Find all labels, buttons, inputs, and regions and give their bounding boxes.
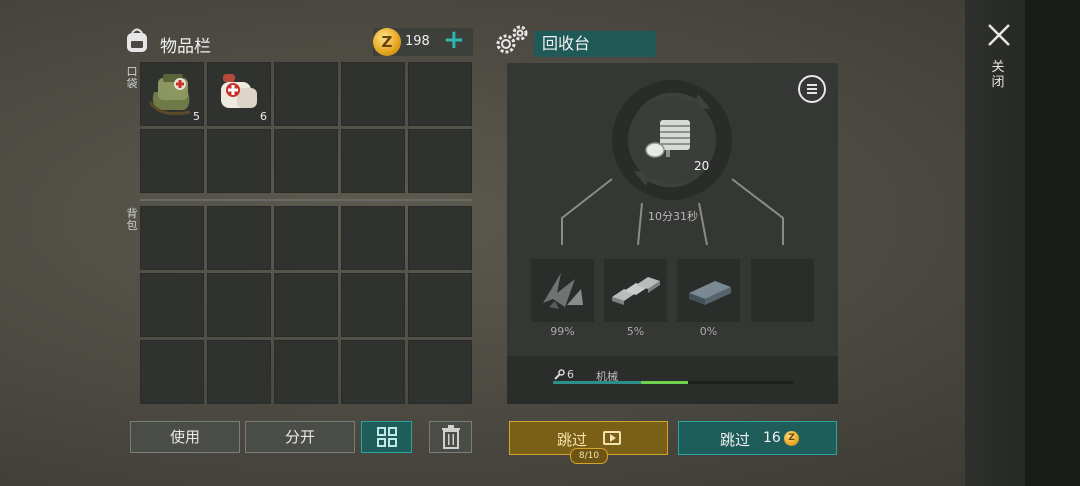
skip-ad-label: 跳过 bbox=[557, 431, 588, 449]
recycler-input-slot[interactable] bbox=[612, 80, 732, 200]
gears-icon bbox=[496, 25, 528, 54]
output-chance: 99% bbox=[550, 325, 575, 338]
inventory-slot[interactable] bbox=[274, 206, 338, 270]
inventory-slot[interactable] bbox=[341, 62, 405, 126]
skip-coin-cost: 16 bbox=[763, 430, 781, 446]
skill-progress-fill bbox=[553, 381, 641, 384]
inventory-slot[interactable] bbox=[408, 206, 472, 270]
skill-level: 6 bbox=[567, 368, 574, 381]
skip-coin-button[interactable]: 跳过 16 Z bbox=[678, 421, 837, 455]
inventory-slot[interactable] bbox=[274, 340, 338, 404]
close-label[interactable]: 关闭 bbox=[991, 60, 1005, 90]
input-qty: 20 bbox=[694, 159, 710, 173]
inventory-slot[interactable] bbox=[341, 273, 405, 337]
sort-button[interactable] bbox=[361, 421, 412, 453]
video-play-icon bbox=[603, 431, 621, 445]
add-coins-button[interactable]: + bbox=[443, 25, 465, 55]
inventory-divider bbox=[140, 199, 472, 201]
coin-icon: Z bbox=[784, 431, 799, 446]
inventory-slot[interactable] bbox=[140, 206, 204, 270]
inventory-slot[interactable] bbox=[207, 129, 271, 193]
coin-icon: Z bbox=[373, 28, 401, 56]
inventory-slot[interactable] bbox=[341, 340, 405, 404]
backpack-icon bbox=[127, 28, 147, 52]
item-qty: 5 bbox=[193, 110, 200, 123]
item-qty: 6 bbox=[260, 110, 267, 123]
wrench-icon bbox=[554, 369, 565, 380]
scrap-metal-icon bbox=[543, 273, 583, 309]
split-button[interactable]: 分开 bbox=[245, 421, 355, 453]
skip-coin-label: 跳过 bbox=[720, 431, 751, 449]
inventory-slot[interactable]: 5 bbox=[140, 62, 204, 126]
ad-count-badge: 8/10 bbox=[570, 448, 608, 464]
inventory-slot[interactable] bbox=[274, 273, 338, 337]
output-slot[interactable] bbox=[604, 259, 667, 322]
pocket-label: 口袋 bbox=[126, 65, 138, 90]
inventory-slot[interactable] bbox=[140, 273, 204, 337]
inventory-slot[interactable] bbox=[408, 273, 472, 337]
recycle-timer: 10分31秒 bbox=[648, 210, 698, 223]
inventory-slot[interactable] bbox=[408, 340, 472, 404]
sidebar-edge bbox=[1025, 0, 1080, 486]
output-slot[interactable] bbox=[677, 259, 740, 322]
close-icon[interactable] bbox=[986, 22, 1012, 48]
engine-part-icon bbox=[645, 120, 690, 158]
use-button[interactable]: 使用 bbox=[130, 421, 240, 453]
inventory-header: 物品栏 Z 198 + bbox=[125, 25, 473, 58]
inventory-slot[interactable] bbox=[140, 340, 204, 404]
coin-amount: 198 bbox=[405, 34, 430, 49]
output-chance: 5% bbox=[626, 325, 645, 338]
inventory-title: 物品栏 bbox=[160, 37, 211, 57]
right-sidebar bbox=[965, 0, 1080, 486]
trash-icon bbox=[441, 425, 460, 449]
output-slot[interactable] bbox=[531, 259, 594, 322]
skill-progress-gain bbox=[641, 381, 688, 384]
grid-sort-icon bbox=[376, 427, 397, 447]
inventory-slot[interactable]: 6 bbox=[207, 62, 271, 126]
inventory-slot[interactable] bbox=[408, 129, 472, 193]
backpack-label: 背包 bbox=[126, 207, 138, 232]
inventory-slot[interactable] bbox=[341, 129, 405, 193]
iron-ingot-icon bbox=[689, 281, 731, 305]
pocket-grid: 5 6 bbox=[140, 62, 472, 193]
inventory-slot[interactable] bbox=[274, 62, 338, 126]
inventory-slot[interactable] bbox=[207, 273, 271, 337]
recycler-title: 回收台 bbox=[534, 31, 656, 57]
backpack-grid bbox=[140, 206, 472, 404]
inventory-slot[interactable] bbox=[341, 206, 405, 270]
inventory-slot[interactable] bbox=[140, 129, 204, 193]
inventory-slot[interactable] bbox=[274, 129, 338, 193]
metal-bars-icon bbox=[612, 277, 660, 305]
inventory-slot[interactable] bbox=[207, 340, 271, 404]
inventory-slot[interactable] bbox=[408, 62, 472, 126]
inventory-slot[interactable] bbox=[207, 206, 271, 270]
output-chance: 0% bbox=[699, 325, 718, 338]
delete-button[interactable] bbox=[429, 421, 472, 453]
coin-balance: Z 198 + bbox=[373, 25, 473, 56]
output-slot[interactable] bbox=[751, 259, 814, 322]
